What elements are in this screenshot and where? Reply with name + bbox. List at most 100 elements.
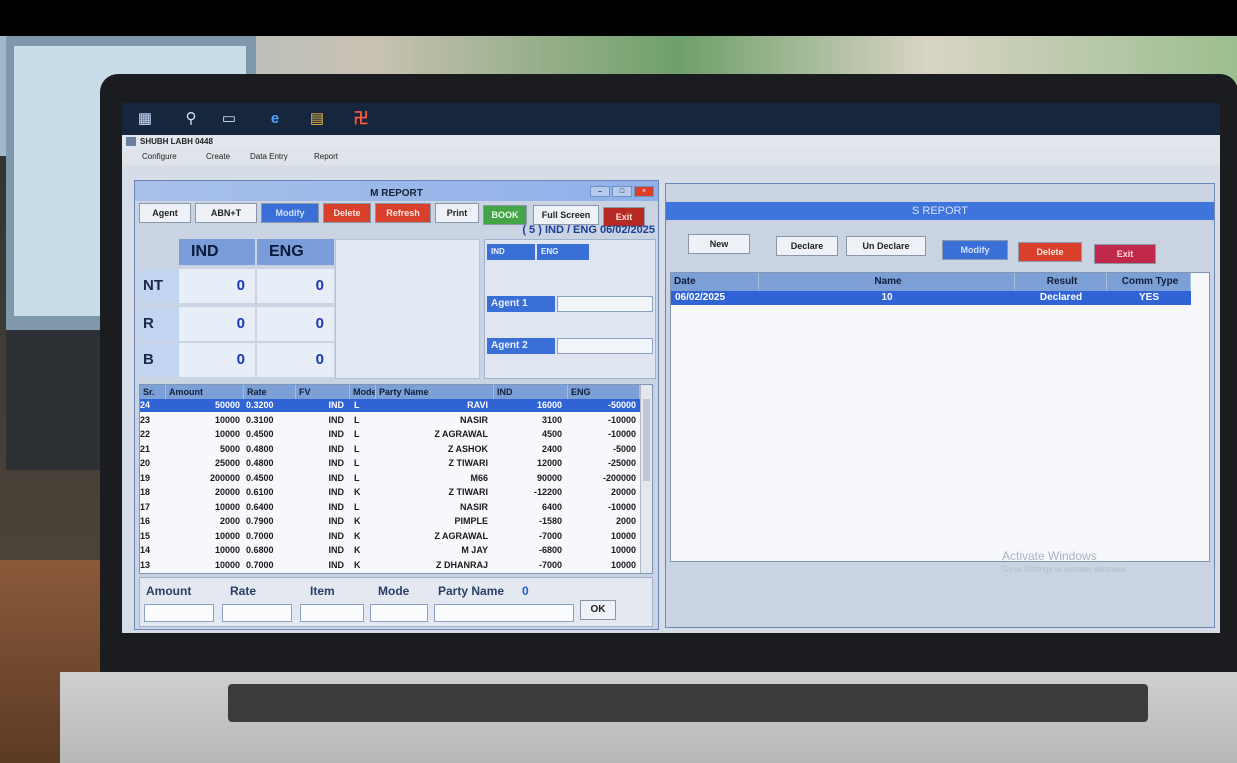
s-col-header-result[interactable]: Result [1015,273,1107,291]
m-report-title: M REPORT [135,181,658,201]
menu-data-entry[interactable]: Data Entry [250,152,288,161]
table-row[interactable]: 18 20000 0.6100 IND K Z TIWARI -12200 20000 [140,486,640,499]
summary-label-nt: NT [139,269,179,303]
cell-fv: IND [328,530,345,541]
col-header-amount[interactable]: Amount [166,385,244,399]
cell-mode: L [354,400,360,410]
cell-eng: 10000 [610,530,636,541]
ok-button[interactable]: OK [580,600,616,620]
cell-sr: 13 [140,559,151,570]
s-cell-name: 10 [881,292,893,303]
cell-amount: 10000 [214,429,240,439]
cell-eng: 20000 [610,487,636,497]
summary-b-ind: 0 [179,343,255,377]
table-row[interactable]: 15 10000 0.7000 IND K Z AGRAWAL -7000 10000 [140,530,640,543]
amount-input[interactable] [144,604,214,622]
s-modify-button[interactable]: Modify [942,240,1008,260]
cell-fv: IND [328,414,345,425]
table-row[interactable]: 22 10000 0.4500 IND L Z AGRAWAL 4500 -10000 [140,428,640,441]
cell-ind: -7000 [538,530,562,541]
cell-amount: 25000 [214,458,240,468]
s-exit-button[interactable]: Exit [1094,244,1156,264]
col-header-rate[interactable]: Rate [244,385,296,399]
cell-mode: L [354,472,360,483]
task-view-icon[interactable]: ▭ [220,110,238,128]
col-header-party-name[interactable]: Party Name [376,385,494,399]
m-report-table[interactable]: Sr. Amount Rate FV Mode Party Name IND E… [139,384,653,574]
cell-mode: L [354,501,360,512]
cell-mode: K [354,487,361,497]
edge-icon[interactable]: e [266,110,284,128]
summary-label-b: B [139,343,179,377]
col-header-eng[interactable]: ENG [568,385,640,399]
table-row[interactable]: 16 2000 0.7900 IND K PIMPLE -1580 2000 [140,515,640,528]
agent-button[interactable]: Agent [139,203,191,223]
s-table-row[interactable]: 06/02/2025 10 Declared YES [671,291,1191,305]
s-delete-button[interactable]: Delete [1018,242,1082,262]
full-screen-button[interactable]: Full Screen [533,205,599,225]
new-button[interactable]: New [688,234,750,254]
refresh-button[interactable]: Refresh [375,203,431,223]
agent-panel-header-ind: IND [487,244,535,260]
declare-button[interactable]: Declare [776,236,838,256]
file-explorer-icon[interactable]: ▤ [308,110,326,128]
table-row[interactable]: 20 25000 0.4800 IND L Z TIWARI 12000 -25000 [140,457,640,470]
table-row[interactable]: 21 5000 0.4800 IND L Z ASHOK 2400 -5000 [140,443,640,456]
agent2-field[interactable] [557,338,653,354]
search-icon[interactable]: ⚲ [182,110,200,128]
mode-select[interactable] [370,604,428,622]
col-header-fv[interactable]: FV [296,385,350,399]
maximize-icon[interactable]: □ [612,186,632,197]
print-button[interactable]: Print [435,203,479,223]
col-header-sr[interactable]: Sr. [140,385,166,399]
summary-r-eng: 0 [257,307,334,341]
table-row[interactable]: 23 10000 0.3100 IND L NASIR 3100 -10000 [140,414,640,427]
modify-button[interactable]: Modify [261,203,319,223]
menu-configure[interactable]: Configure [142,152,177,161]
app-swastik-icon[interactable]: 卍 [352,110,370,128]
menu-create[interactable]: Create [206,152,230,161]
letterbox [0,0,1237,36]
cell-party-name: Z TIWARI [448,487,489,497]
abn-t-button[interactable]: ABN+T [195,203,257,223]
undeclare-button[interactable]: Un Declare [846,236,926,256]
s-col-header-name[interactable]: Name [759,273,1015,291]
table-row[interactable]: 19 200000 0.4500 IND L M66 90000 -200000 [140,472,640,485]
cell-rate: 0.7000 [246,559,274,570]
cell-amount: 200000 [209,472,240,483]
cell-rate: 0.4500 [246,472,274,483]
col-header-mode[interactable]: Mode [350,385,376,399]
close-icon[interactable]: × [634,186,654,197]
col-header-ind[interactable]: IND [494,385,568,399]
laptop-hinge [228,684,1148,722]
agent1-label: Agent 1 [487,296,555,312]
table-row[interactable]: 14 10000 0.6800 IND K M JAY -6800 10000 [140,544,640,557]
windows-start-icon[interactable]: ▦ [136,110,154,128]
minimize-icon[interactable]: – [590,186,610,197]
photo-scene: ▦ ⚲ ▭ e ▤ 卍 SHUBH LABH 0448 Configure Cr… [0,0,1237,763]
table-row[interactable]: 17 10000 0.6400 IND L NASIR 6400 -10000 [140,501,640,514]
taskbar: ▦ ⚲ ▭ e ▤ 卍 [122,103,1220,135]
book-button[interactable]: BOOK [483,205,527,225]
cell-fv: IND [328,516,345,526]
s-report-table[interactable]: Date Name Result Comm Type 06/02/2025 10 D… [670,272,1210,562]
summary-grid: IND ENG NT 0 0 R 0 0 B 0 0 [139,239,334,379]
delete-button[interactable]: Delete [323,203,371,223]
cell-sr: 16 [140,516,151,526]
item-select[interactable] [300,604,364,622]
table-scroll-thumb[interactable] [643,399,650,481]
menu-report[interactable]: Report [314,152,338,161]
report-info-line: ( 5 ) IND / ENG 06/02/2025 [522,224,655,236]
s-report-window: S REPORT New Declare Un Declare Modify D… [665,183,1215,628]
entry-mode-label: Mode [378,584,410,598]
cell-sr: 22 [140,429,151,439]
menu-bar: Configure Create Data Entry Report [122,149,1220,165]
table-row[interactable]: 24 50000 0.3200 IND L RAVI 16000 -50000 [140,399,640,412]
table-scrollbar[interactable] [640,385,652,573]
s-col-header-date[interactable]: Date [671,273,759,291]
table-row[interactable]: 13 10000 0.7000 IND K Z DHANRAJ -7000 10000 [140,559,640,572]
party-name-input[interactable] [434,604,574,622]
agent1-field[interactable] [557,296,653,312]
s-col-header-comm-type[interactable]: Comm Type [1107,273,1191,291]
rate-input[interactable] [222,604,292,622]
